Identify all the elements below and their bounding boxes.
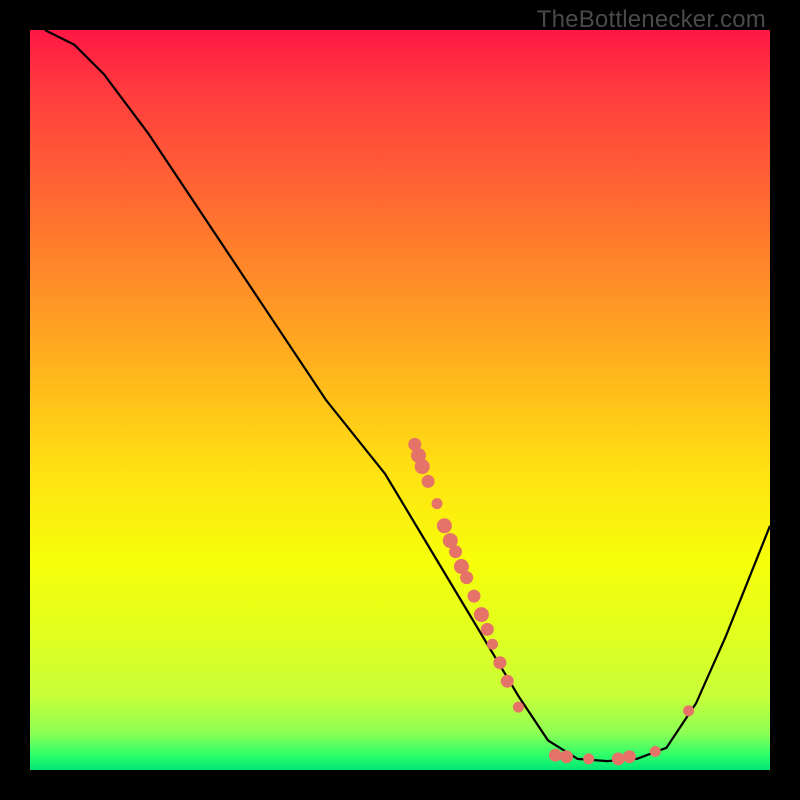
data-point bbox=[494, 657, 506, 669]
data-point bbox=[513, 702, 523, 712]
data-point bbox=[488, 639, 498, 649]
data-point bbox=[561, 751, 573, 763]
data-point bbox=[422, 475, 434, 487]
data-point bbox=[623, 751, 635, 763]
data-point bbox=[461, 572, 473, 584]
data-point bbox=[432, 499, 442, 509]
chart-svg bbox=[30, 30, 770, 770]
data-point bbox=[612, 753, 624, 765]
data-point bbox=[437, 519, 451, 533]
data-point bbox=[481, 623, 493, 635]
data-point bbox=[450, 546, 462, 558]
data-point bbox=[474, 608, 488, 622]
data-point bbox=[501, 675, 513, 687]
data-point bbox=[468, 590, 480, 602]
scatter-group bbox=[409, 438, 694, 765]
data-point bbox=[549, 749, 561, 761]
data-point bbox=[684, 706, 694, 716]
data-point bbox=[415, 460, 429, 474]
chart-frame bbox=[30, 30, 770, 770]
data-point bbox=[584, 754, 594, 764]
watermark-text: TheBottlenecker.com bbox=[537, 6, 766, 34]
bottleneck-curve bbox=[45, 30, 770, 761]
data-point bbox=[650, 747, 660, 757]
